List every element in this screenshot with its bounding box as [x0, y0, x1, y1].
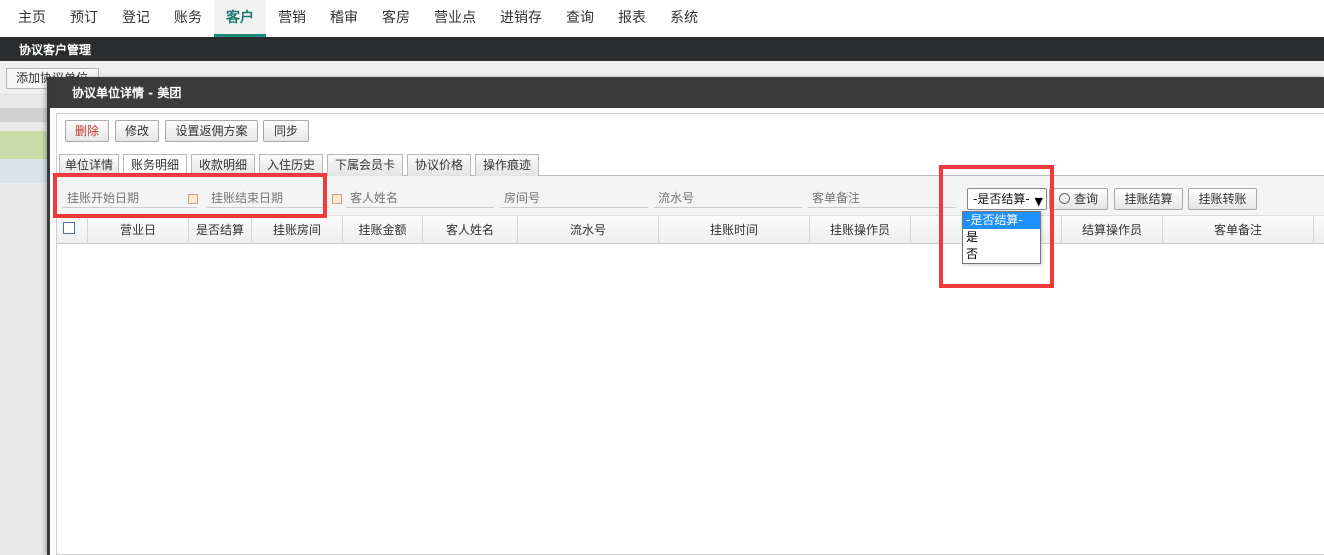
end-date-input[interactable]	[207, 188, 329, 208]
chevron-down-icon: ▼	[1034, 195, 1043, 208]
page-title: 协议客户管理	[0, 37, 1324, 61]
top-nav: 主页 预订 登记 账务 客户 营销 稽审 客房 营业点 进销存 查询 报表 系统	[0, 0, 1324, 37]
nav-system[interactable]: 系统	[658, 0, 710, 34]
dialog-body: 删除 修改 设置返佣方案 同步 单位详情 账务明细 收款明细 入住历史 下属会员…	[56, 113, 1324, 555]
dropdown-option[interactable]: -是否结算-	[963, 212, 1040, 229]
background-list-row[interactable]	[0, 159, 48, 183]
column-header[interactable]: 挂账操作员	[810, 216, 911, 244]
tab-account-details[interactable]: 账务明细	[123, 154, 187, 177]
tab-unit-details[interactable]: 单位详情	[59, 154, 119, 176]
tab-receipt-details[interactable]: 收款明细	[191, 154, 255, 176]
dropdown-option[interactable]: 否	[963, 246, 1040, 263]
background-list-header	[0, 108, 48, 122]
remark-input[interactable]	[808, 188, 956, 208]
nav-query[interactable]: 查询	[554, 0, 606, 34]
column-header[interactable]: 挂账房间	[252, 216, 343, 244]
transfer-button[interactable]: 挂账转账	[1188, 188, 1257, 210]
settled-select-value: -是否结算-	[973, 192, 1030, 206]
settled-select[interactable]: -是否结算- ▼	[967, 188, 1047, 210]
column-header[interactable]: 挂账时间	[659, 216, 810, 244]
room-number-input[interactable]	[500, 188, 648, 208]
settled-dropdown-list: -是否结算- 是 否	[962, 211, 1041, 264]
tab-member-cards[interactable]: 下属会员卡	[327, 154, 403, 176]
nav-outlets[interactable]: 营业点	[422, 0, 488, 34]
filter-bar: -是否结算- ▼ 查询 挂账结算 挂账转账	[57, 176, 1324, 216]
settle-button[interactable]: 挂账结算	[1114, 188, 1183, 210]
dialog-toolbar: 删除 修改 设置返佣方案 同步	[57, 114, 1324, 148]
column-header[interactable]: 挂账金额	[343, 216, 423, 244]
nav-customers[interactable]: 客户	[214, 0, 266, 37]
column-header[interactable]: 是否结算	[189, 216, 252, 244]
column-header[interactable]: 客单备注	[1163, 216, 1314, 244]
query-button-label: 查询	[1073, 192, 1098, 206]
tab-operation-log[interactable]: 操作痕迹	[475, 154, 539, 176]
column-header[interactable]: 营业日	[88, 216, 189, 244]
nav-reports[interactable]: 报表	[606, 0, 658, 34]
tab-stay-history[interactable]: 入住历史	[259, 154, 323, 176]
rebate-plan-button[interactable]: 设置返佣方案	[165, 120, 258, 142]
edit-button[interactable]: 修改	[115, 120, 159, 142]
select-all-checkbox[interactable]	[63, 222, 75, 234]
nav-rooms[interactable]: 客房	[370, 0, 422, 34]
table-header: 营业日 是否结算 挂账房间 挂账金额 客人姓名 流水号 挂账时间 挂账操作员 结…	[57, 216, 1324, 244]
nav-inventory[interactable]: 进销存	[488, 0, 554, 34]
nav-home[interactable]: 主页	[6, 0, 58, 34]
nav-checkin[interactable]: 登记	[110, 0, 162, 34]
search-icon	[1058, 193, 1070, 204]
delete-button[interactable]: 删除	[65, 120, 109, 142]
serial-number-input[interactable]	[654, 188, 802, 208]
column-header[interactable]: 流水号	[518, 216, 659, 244]
column-header[interactable]: 客人姓名	[423, 216, 518, 244]
background-list-row-selected[interactable]	[0, 131, 48, 159]
query-button[interactable]: 查询	[1049, 188, 1108, 210]
nav-marketing[interactable]: 营销	[266, 0, 318, 34]
dropdown-option[interactable]: 是	[963, 229, 1040, 246]
dialog-title: 协议单位详情 - 美团	[50, 77, 1324, 108]
nav-accounts[interactable]: 账务	[162, 0, 214, 34]
nav-reservation[interactable]: 预订	[58, 0, 110, 34]
start-date-input[interactable]	[63, 188, 197, 208]
column-header[interactable]: 结算操作员	[1062, 216, 1163, 244]
tab-agreement-prices[interactable]: 协议价格	[407, 154, 471, 176]
guest-name-input[interactable]	[346, 188, 494, 208]
calendar-icon[interactable]	[188, 194, 198, 204]
background-list	[0, 95, 48, 555]
select-all-cell	[57, 216, 88, 244]
calendar-icon[interactable]	[332, 194, 342, 204]
sync-button[interactable]: 同步	[263, 120, 309, 142]
agreement-unit-detail-dialog: 协议单位详情 - 美团 删除 修改 设置返佣方案 同步 单位详情 账务明细 收款…	[47, 77, 1324, 555]
dialog-tabs: 单位详情 账务明细 收款明细 入住历史 下属会员卡 协议价格 操作痕迹	[57, 154, 1324, 177]
nav-audit[interactable]: 稽审	[318, 0, 370, 34]
